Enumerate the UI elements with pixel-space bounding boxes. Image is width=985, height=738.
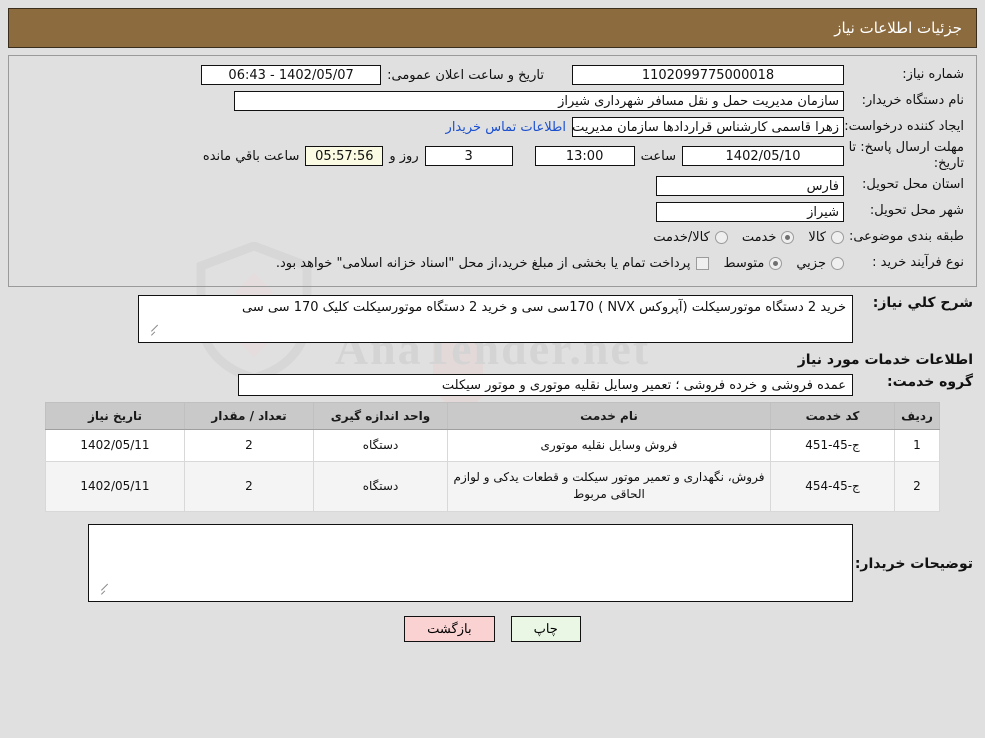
deadline-time-value: 13:00: [534, 146, 635, 167]
resize-grip-icon[interactable]: [142, 324, 159, 340]
general-description-label: شرح کلي نیاز:: [872, 294, 973, 311]
print-button[interactable]: چاپ: [510, 615, 581, 642]
creator-label: ایجاد کننده درخواست:: [844, 118, 964, 134]
table-row: 2 ج-45-454 فروش، نگهداری و تعمیر موتور س…: [45, 460, 940, 512]
row-process-type: نوع فرآیند خرید : جزیي متوسط پرداخت تمام…: [17, 251, 968, 277]
resize-grip-icon[interactable]: [92, 583, 109, 599]
action-buttons: بازگشت چاپ: [0, 615, 985, 642]
need-number-value: 1102099775000018: [572, 65, 844, 85]
row-category: طبقه بندی موضوعی: کالا خدمت کالا/خدمت: [17, 225, 968, 251]
cell-date: 1402/05/11: [45, 428, 185, 462]
buyer-contact-link[interactable]: اطلاعات تماس خریدار: [446, 120, 572, 135]
general-description-value: خرید 2 دستگاه موتورسیکلت (آپروکس NVX ) 1…: [138, 294, 853, 343]
countdown-label: ساعت باقي مانده: [202, 148, 300, 164]
cell-quantity: 2: [184, 460, 314, 512]
radio-category-service[interactable]: [781, 231, 795, 244]
services-section: اطلاعات خدمات مورد نیاز گروه خدمت: عمده …: [8, 343, 977, 396]
need-info-panel: شماره نیاز: 1102099775000018 تاریخ و ساع…: [8, 55, 977, 287]
general-description-text: خرید 2 دستگاه موتورسیکلت (آپروکس NVX ) 1…: [241, 299, 846, 315]
cell-index: 2: [894, 460, 940, 512]
cell-unit: دستگاه: [313, 460, 448, 512]
services-table-wrapper: ردیف کد خدمت نام خدمت واحد اندازه گیری ت…: [45, 401, 940, 512]
table-row: 1 ج-45-451 فروش وسایل نقلیه موتوری دستگا…: [45, 428, 940, 462]
announce-label: تاریخ و ساعت اعلان عمومی:: [387, 67, 544, 83]
days-remaining-value: 3: [424, 146, 513, 167]
cell-name: فروش، نگهداری و تعمیر موتور سیکلت و قطعا…: [447, 460, 771, 512]
need-number-label: شماره نیاز:: [902, 66, 964, 82]
city-label: شهر محل تحویل:: [869, 203, 964, 219]
radio-process-medium[interactable]: [769, 257, 783, 270]
category-label: طبقه بندی موضوعی:: [848, 229, 964, 245]
cell-date: 1402/05/11: [45, 460, 185, 512]
cell-index: 1: [894, 428, 940, 462]
row-request-creator: ایجاد کننده درخواست: زهرا قاسمی کارشناس …: [17, 114, 968, 140]
row-buyer-org: نام دستگاه خریدار: سازمان مدیریت حمل و ن…: [17, 88, 968, 114]
service-group-value: عمده فروشی و خرده فروشی ؛ تعمیر وسایل نق…: [238, 373, 853, 396]
announce-value: 1402/05/07 - 06:43: [201, 65, 382, 85]
row-city: شهر محل تحویل: شیراز: [17, 199, 968, 225]
creator-value: زهرا قاسمی کارشناس قراردادها سازمان مدیر…: [572, 117, 844, 137]
back-button[interactable]: بازگشت: [404, 615, 495, 642]
cell-code: ج-45-454: [770, 460, 895, 512]
row-province: استان محل تحویل: فارس: [17, 173, 968, 199]
city-value: شیراز: [656, 201, 844, 222]
page-title: جزئیات اطلاعات نیاز: [834, 19, 962, 37]
cell-quantity: 2: [184, 428, 314, 462]
process-label: نوع فرآیند خرید :: [872, 255, 964, 271]
radio-category-service-label: خدمت: [741, 230, 777, 245]
row-deadline: مهلت ارسال پاسخ: تا تاریخ: 1402/05/10 سا…: [17, 140, 968, 173]
radio-category-goods-label: کالا: [808, 230, 826, 245]
radio-category-goods-service-label: کالا/خدمت: [653, 230, 710, 245]
countdown-value: 05:57:56: [305, 146, 384, 167]
buyer-notes-value[interactable]: [88, 523, 853, 602]
buyer-notes-block: توضیحات خریدار:: [8, 512, 977, 602]
col-quantity: تعداد / مقدار: [184, 401, 314, 430]
services-table: ردیف کد خدمت نام خدمت واحد اندازه گیری ت…: [45, 401, 940, 512]
col-date: تاریخ نیاز: [45, 401, 185, 430]
buyer-org-value: سازمان مدیریت حمل و نقل مسافر شهرداری شی…: [234, 91, 844, 111]
row-general-description: شرح کلي نیاز: خرید 2 دستگاه موتورسیکلت (…: [8, 287, 977, 343]
col-unit: واحد اندازه گیری: [313, 401, 448, 430]
radio-category-goods-service[interactable]: [714, 231, 728, 244]
general-description-block: شرح کلي نیاز: خرید 2 دستگاه موتورسیکلت (…: [8, 287, 977, 343]
radio-process-medium-label: متوسط: [723, 256, 765, 271]
radio-category-goods[interactable]: [831, 231, 844, 244]
buyer-notes-label: توضیحات خریدار:: [854, 555, 973, 572]
radio-process-minor-label: جزیي: [796, 256, 826, 271]
radio-process-minor[interactable]: [831, 257, 844, 270]
days-label: روز و: [389, 148, 419, 164]
cell-code: ج-45-451: [770, 428, 895, 462]
table-header-row: ردیف کد خدمت نام خدمت واحد اندازه گیری ت…: [45, 401, 940, 430]
col-code: کد خدمت: [770, 401, 895, 430]
row-buyer-notes: توضیحات خریدار:: [8, 512, 977, 602]
deadline-date-value: 1402/05/10: [682, 146, 844, 167]
checkbox-islamic-treasury[interactable]: [696, 257, 710, 270]
deadline-label: مهلت ارسال پاسخ: تا تاریخ:: [848, 140, 964, 172]
row-service-group: گروه خدمت: عمده فروشی و خرده فروشی ؛ تعم…: [8, 372, 977, 396]
province-value: فارس: [656, 175, 844, 196]
buyer-org-label: نام دستگاه خریدار:: [861, 92, 964, 108]
services-section-heading: اطلاعات خدمات مورد نیاز: [797, 351, 973, 368]
islamic-treasury-text: پرداخت تمام یا بخشی از مبلغ خرید،از محل …: [275, 256, 691, 271]
col-name: نام خدمت: [447, 401, 771, 430]
cell-name: فروش وسایل نقلیه موتوری: [447, 428, 771, 462]
hour-label: ساعت: [640, 148, 676, 164]
page-header: جزئیات اطلاعات نیاز: [8, 8, 977, 48]
col-index: ردیف: [894, 401, 940, 430]
service-group-label: گروه خدمت:: [887, 373, 973, 390]
cell-unit: دستگاه: [313, 428, 448, 462]
row-need-number: شماره نیاز: 1102099775000018 تاریخ و ساع…: [17, 62, 968, 88]
province-label: استان محل تحویل:: [862, 177, 964, 193]
